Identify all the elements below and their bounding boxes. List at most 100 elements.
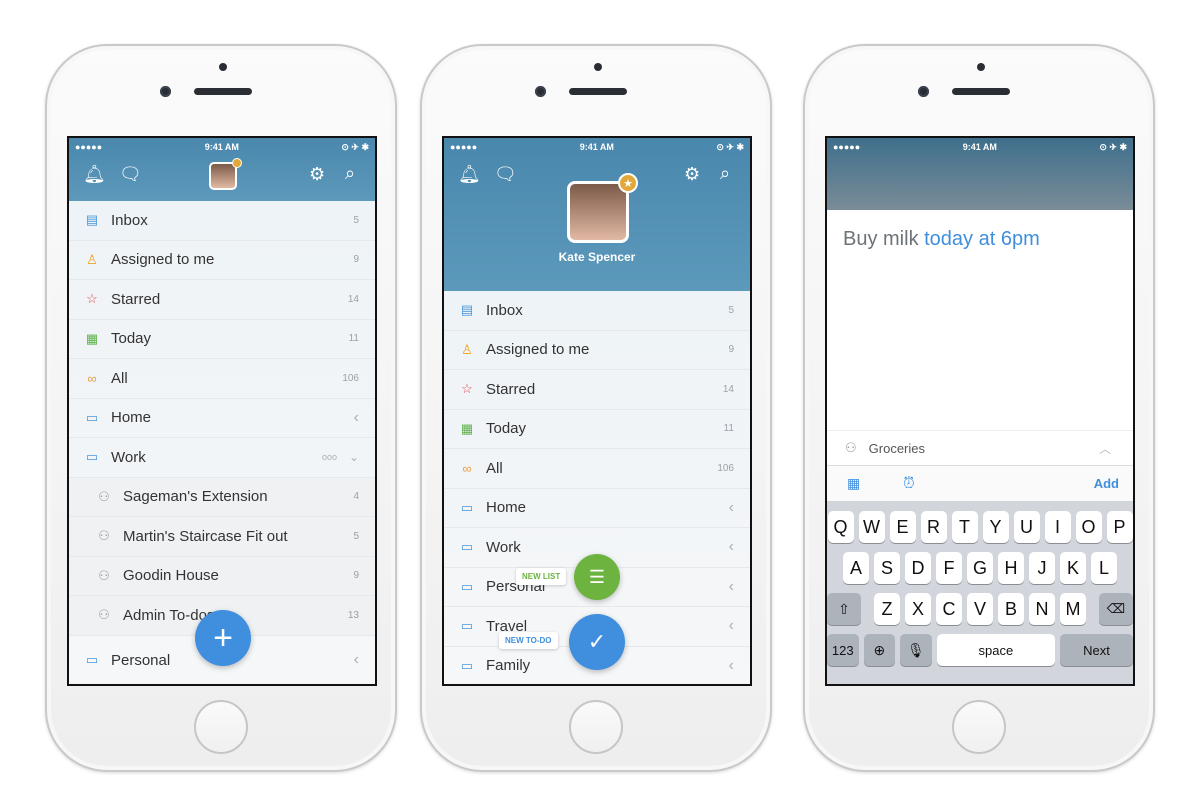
bell-icon[interactable]: 🔔︎	[458, 164, 481, 185]
key-a[interactable]: A	[843, 552, 869, 584]
list-picker[interactable]: ⚇ Groceries ︿	[827, 430, 1133, 465]
add-button[interactable]: +	[195, 610, 251, 666]
key-w[interactable]: W	[858, 511, 885, 543]
alarm-icon[interactable]: ⏰︎	[903, 475, 915, 492]
phone-2: ●●●●● 9:41 AM ⊙ ✈ ✱ 🔔︎ 🗨︎ ⚙ ⌕ ★ Kate Spe…	[420, 44, 772, 772]
key-r[interactable]: R	[920, 511, 947, 543]
folder-icon: ▭	[460, 499, 474, 515]
home-button[interactable]	[194, 700, 248, 754]
new-todo-button[interactable]: ✓	[569, 614, 625, 670]
key-h[interactable]: H	[998, 552, 1024, 584]
folder-home[interactable]: ▭ Home ‹	[69, 399, 375, 438]
gear-icon[interactable]: ⚙	[309, 164, 325, 185]
folder-icon: ▭	[460, 657, 474, 673]
list-label: Assigned to me	[111, 251, 215, 269]
add-button[interactable]: Add	[1094, 476, 1119, 491]
list-label: Inbox	[486, 301, 523, 319]
avatar-large[interactable]	[567, 181, 629, 243]
todo-editor[interactable]: Buy milk today at 6pm	[827, 210, 1133, 430]
key-u[interactable]: U	[1013, 511, 1040, 543]
front-camera	[535, 86, 546, 97]
folder-home[interactable]: ▭ Home ‹	[444, 489, 750, 528]
speaker	[952, 88, 1010, 95]
calendar-icon[interactable]: ▦	[847, 475, 860, 492]
sublist-item[interactable]: ⚇ Martin's Staircase Fit out 5	[69, 517, 375, 557]
keyboard-row-1: QWERTYUIOP	[827, 511, 1133, 543]
blurred-background: ●●●●● 9:41 AM ⊙ ✈ ✱	[827, 138, 1133, 210]
key-q[interactable]: Q	[827, 511, 854, 543]
list-item-inbox[interactable]: ▤ Inbox 5	[69, 201, 375, 241]
shared-list-icon: ⚇	[98, 488, 110, 504]
bell-icon[interactable]: 🔔︎	[83, 164, 106, 185]
list-item-today[interactable]: ▦ Today 11	[69, 320, 375, 359]
header: ●●●●● 9:41 AM ⊙ ✈ ✱ 🔔︎ 🗨︎ ⚙ ⌕	[69, 138, 375, 201]
key-b[interactable]: B	[998, 593, 1024, 625]
globe-icon[interactable]: ⊕	[863, 634, 896, 666]
list-item-all[interactable]: ∞ All 106	[444, 449, 750, 489]
front-camera	[160, 86, 171, 97]
calendar-icon: ▦	[85, 330, 99, 346]
folder-label: Home	[111, 409, 152, 427]
chat-icon[interactable]: 🗨︎	[494, 164, 517, 185]
folder-work[interactable]: ▭ Work ooo ⌄	[69, 438, 375, 478]
list-item-assigned[interactable]: ♙ Assigned to me 9	[444, 331, 750, 370]
key-v[interactable]: V	[967, 593, 993, 625]
delete-key[interactable]: ⌫	[1099, 593, 1133, 625]
list-label: Today	[111, 330, 152, 348]
key-j[interactable]: J	[1029, 552, 1055, 584]
list-count: 13	[347, 609, 359, 621]
list-count: 5	[353, 530, 359, 542]
gear-icon[interactable]: ⚙	[684, 164, 700, 185]
home-button[interactable]	[952, 700, 1006, 754]
microphone-icon[interactable]: 🎙︎	[900, 634, 932, 666]
screen-add-todo: ●●●●● 9:41 AM ⊙ ✈ ✱ Buy milk today at 6p…	[825, 136, 1135, 686]
key-l[interactable]: L	[1091, 552, 1117, 584]
more-icon[interactable]: ooo	[322, 452, 337, 462]
key-n[interactable]: N	[1029, 593, 1055, 625]
list-count: 106	[342, 372, 359, 384]
key-d[interactable]: D	[905, 552, 931, 584]
list-item-all[interactable]: ∞ All 106	[69, 359, 375, 399]
key-p[interactable]: P	[1106, 511, 1133, 543]
key-k[interactable]: K	[1060, 552, 1086, 584]
sublist-item[interactable]: ⚇ Goodin House 9	[69, 556, 375, 596]
home-button[interactable]	[569, 700, 623, 754]
next-key[interactable]: Next	[1060, 634, 1133, 666]
list-count: 9	[353, 570, 359, 582]
list-item-assigned[interactable]: ♙ Assigned to me 9	[69, 241, 375, 280]
key-g[interactable]: G	[967, 552, 993, 584]
key-m[interactable]: M	[1060, 593, 1086, 625]
clock: 9:41 AM	[204, 142, 239, 152]
folder-label: Home	[486, 499, 527, 517]
list-count: 14	[347, 293, 359, 305]
list-item-starred[interactable]: ☆ Starred 14	[444, 370, 750, 410]
list-label: Starred	[486, 380, 536, 398]
key-s[interactable]: S	[874, 552, 900, 584]
search-icon[interactable]: ⌕	[345, 163, 355, 184]
list-count: 14	[722, 383, 734, 395]
sensor	[977, 63, 985, 71]
list-item-today[interactable]: ▦ Today 11	[444, 410, 750, 449]
sublist-item[interactable]: ⚇ Sageman's Extension 4	[69, 477, 375, 517]
key-z[interactable]: Z	[874, 593, 900, 625]
chevron-up-icon: ︿	[1098, 441, 1111, 456]
key-i[interactable]: I	[1044, 511, 1071, 543]
shared-list-icon: ⚇	[845, 440, 857, 455]
chevron-left-icon: ‹	[353, 408, 359, 426]
key-t[interactable]: T	[951, 511, 978, 543]
key-y[interactable]: Y	[982, 511, 1009, 543]
search-icon[interactable]: ⌕	[720, 163, 730, 184]
key-e[interactable]: E	[889, 511, 916, 543]
numbers-key[interactable]: 123	[827, 634, 859, 666]
new-list-button[interactable]: ☰	[574, 554, 620, 600]
list-item-starred[interactable]: ☆ Starred 14	[69, 280, 375, 320]
chat-icon[interactable]: 🗨︎	[119, 164, 142, 185]
key-c[interactable]: C	[936, 593, 962, 625]
key-o[interactable]: O	[1075, 511, 1102, 543]
key-f[interactable]: F	[936, 552, 962, 584]
shift-key[interactable]: ⇧	[827, 593, 861, 625]
key-x[interactable]: X	[905, 593, 931, 625]
list-item-inbox[interactable]: ▤ Inbox 5	[444, 291, 750, 331]
space-key[interactable]: space	[936, 634, 1056, 666]
pro-star-badge	[232, 158, 242, 168]
